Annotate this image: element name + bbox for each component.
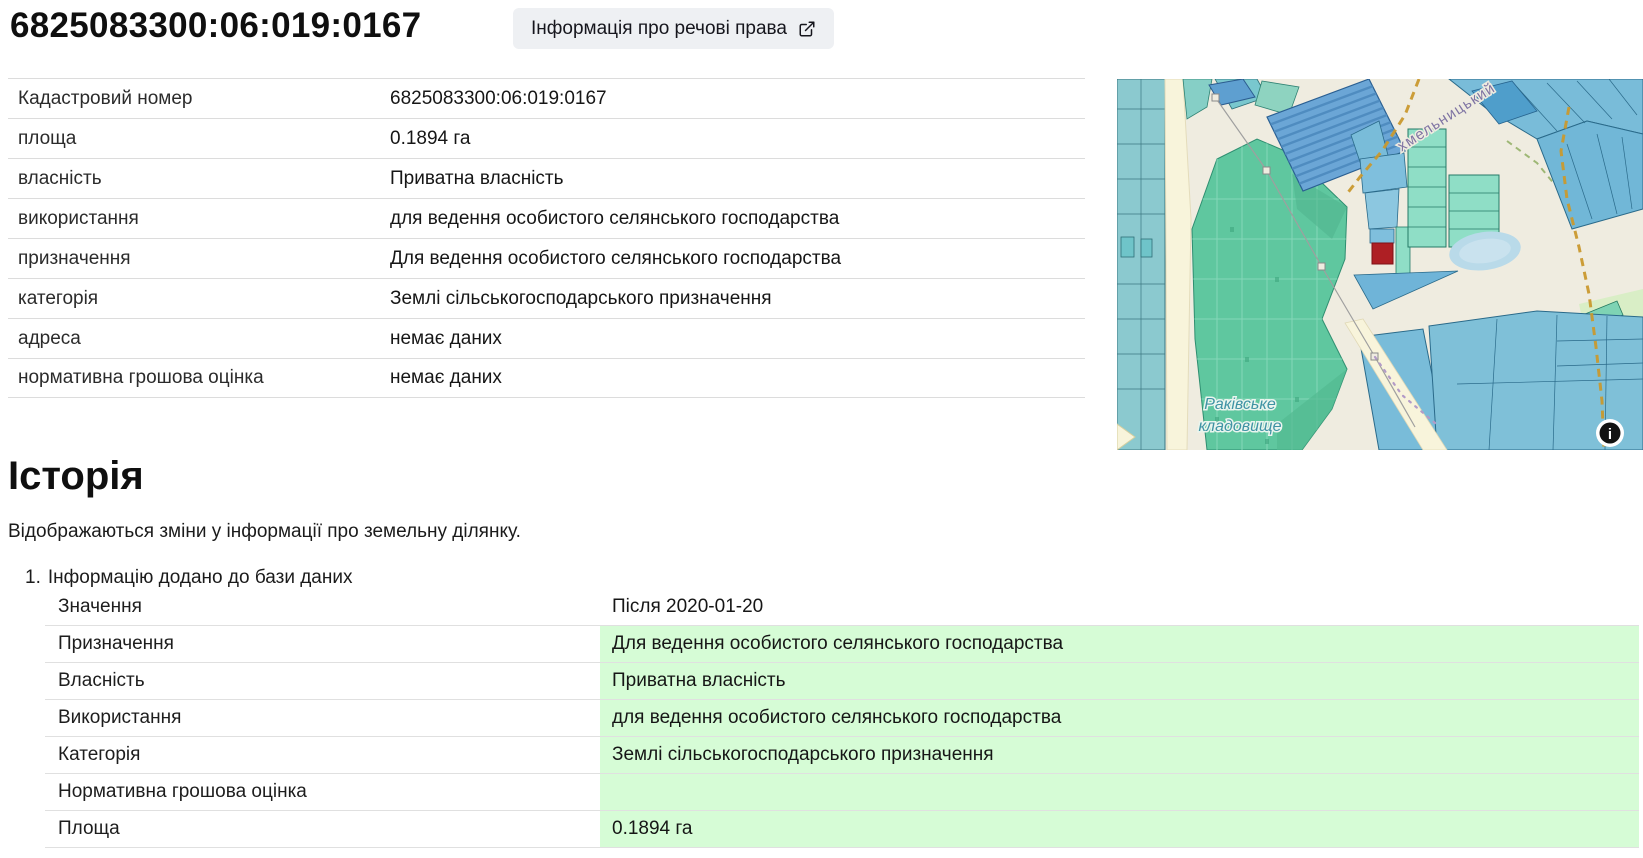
cemetery-label-line1: Раківське xyxy=(1204,396,1276,413)
table-row: Площа0.1894 га xyxy=(45,811,1639,848)
row-label: призначення xyxy=(8,248,390,270)
property-rights-button-label: Інформація про речові права xyxy=(531,18,787,40)
page-title: 6825083300:06:019:0167 xyxy=(10,6,421,46)
row-label: Площа xyxy=(45,811,600,847)
selected-parcel[interactable] xyxy=(1372,243,1393,264)
history-item-title: 1. Інформацію додано до бази даних xyxy=(25,567,352,589)
row-value: немає даних xyxy=(390,328,1085,350)
table-row: КатегоріяЗемлі сільськогосподарського пр… xyxy=(45,737,1639,774)
row-label: Власність xyxy=(45,663,600,699)
row-value: Приватна власність xyxy=(390,168,1085,190)
table-row: ВласністьПриватна власність xyxy=(45,663,1639,700)
table-row: власністьПриватна власність xyxy=(8,158,1085,198)
history-heading: Історія xyxy=(8,454,144,499)
row-label: використання xyxy=(8,208,390,230)
table-row: ПризначенняДля ведення особистого селянс… xyxy=(45,626,1639,663)
row-label: категорія xyxy=(8,288,390,310)
history-item-index: 1. xyxy=(25,567,41,589)
row-label: нормативна грошова оцінка xyxy=(8,367,390,389)
history-description: Відображаються зміни у інформації про зе… xyxy=(8,521,521,543)
property-rights-button[interactable]: Інформація про речові права xyxy=(513,8,834,49)
table-row: призначенняДля ведення особистого селянс… xyxy=(8,238,1085,278)
row-label: Призначення xyxy=(45,626,600,662)
map-parcel-small xyxy=(1121,237,1134,257)
row-value: 0.1894 га xyxy=(600,811,1639,847)
map-parcels-west xyxy=(1117,79,1165,450)
row-value: Землі сільськогосподарського призначення xyxy=(600,737,1639,773)
map-parcel-small xyxy=(1141,239,1152,257)
history-item-text: Інформацію додано до бази даних xyxy=(48,567,353,589)
row-label: Кадастровий номер xyxy=(8,88,390,110)
row-value: Приватна власність xyxy=(600,663,1639,699)
row-value: 0.1894 га xyxy=(390,128,1085,150)
table-row: Використаннядля ведення особистого селян… xyxy=(45,700,1639,737)
row-value: Землі сільськогосподарського призначення xyxy=(390,288,1085,310)
cadastral-map[interactable]: хмельницький Раківське кладовище i xyxy=(1117,79,1643,450)
cadastral-parcel-page: 6825083300:06:019:0167 Інформація про ре… xyxy=(0,0,1643,858)
table-row: Нормативна грошова оцінка xyxy=(45,774,1639,811)
row-label: Нормативна грошова оцінка xyxy=(45,774,600,810)
row-label: адреса xyxy=(8,328,390,350)
table-row: Кадастровий номер6825083300:06:019:0167 xyxy=(8,78,1085,118)
row-value: для ведення особистого селянського госпо… xyxy=(600,700,1639,736)
svg-text:i: i xyxy=(1608,426,1612,443)
cemetery-label-line2: кладовище xyxy=(1199,418,1282,435)
table-row: нормативна грошова оцінканемає даних xyxy=(8,358,1085,398)
external-link-icon xyxy=(798,20,816,38)
row-label: площа xyxy=(8,128,390,150)
row-value: Для ведення особистого селянського госпо… xyxy=(390,248,1085,270)
row-value: 6825083300:06:019:0167 xyxy=(390,88,1085,110)
info-table: Кадастровий номер6825083300:06:019:0167п… xyxy=(8,78,1085,398)
row-value: для ведення особистого селянського госпо… xyxy=(390,208,1085,230)
table-row: адресанемає даних xyxy=(8,318,1085,358)
row-label: Категорія xyxy=(45,737,600,773)
map-attribution-info-icon[interactable]: i xyxy=(1596,419,1624,447)
row-value: Для ведення особистого селянського госпо… xyxy=(600,626,1639,662)
table-row: ЗначенняПісля 2020-01-20 xyxy=(45,589,1639,626)
row-label: Значення xyxy=(45,589,600,625)
table-row: використаннядля ведення особистого селян… xyxy=(8,198,1085,238)
row-label: власність xyxy=(8,168,390,190)
row-label: Використання xyxy=(45,700,600,736)
row-value xyxy=(600,774,1639,810)
history-table: ЗначенняПісля 2020-01-20ПризначенняДля в… xyxy=(45,589,1639,848)
table-row: площа0.1894 га xyxy=(8,118,1085,158)
row-value: немає даних xyxy=(390,367,1085,389)
row-value: Після 2020-01-20 xyxy=(600,589,1639,625)
table-row: категоріяЗемлі сільськогосподарського пр… xyxy=(8,278,1085,318)
